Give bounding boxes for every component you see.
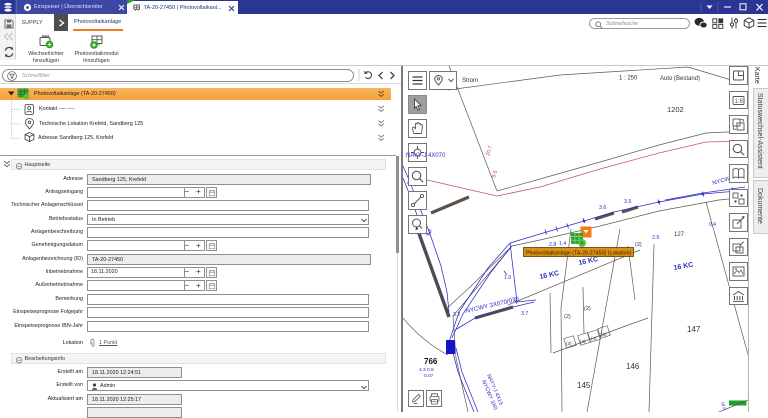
svg-text:(3): (3) xyxy=(601,332,607,337)
svg-text:(2): (2) xyxy=(584,306,591,312)
svg-text:2.8: 2.8 xyxy=(425,228,433,237)
svg-text:18.0: 18.0 xyxy=(720,401,728,411)
svg-text:3.9: 3.9 xyxy=(624,199,631,205)
svg-text:2.9: 2.9 xyxy=(652,235,659,241)
svg-text:146: 146 xyxy=(626,362,640,371)
svg-text:Photovoltaikanlage (TA-20-2745: Photovoltaikanlage (TA-20-27450) (Lokati… xyxy=(526,250,632,256)
svg-text:1:8: 1:8 xyxy=(735,99,744,105)
svg-text:147: 147 xyxy=(687,325,701,334)
svg-text:4.3 0.8: 4.3 0.8 xyxy=(419,367,434,373)
svg-text:3.2: 3.2 xyxy=(453,312,460,318)
svg-text:1.4: 1.4 xyxy=(559,241,566,247)
svg-text:16 KC: 16 KC xyxy=(539,270,560,281)
svg-text:766: 766 xyxy=(424,357,438,366)
svg-text:145: 145 xyxy=(577,381,591,390)
svg-text:1202: 1202 xyxy=(667,105,684,114)
svg-text:3.6: 3.6 xyxy=(599,205,606,211)
svg-text:16 KC: 16 KC xyxy=(578,256,599,267)
svg-text:3.7: 3.7 xyxy=(521,311,528,317)
svg-text:127: 127 xyxy=(674,232,685,238)
svg-text:16 KC: 16 KC xyxy=(673,262,694,272)
svg-text:(4): (4) xyxy=(580,339,586,344)
svg-text:(4): (4) xyxy=(591,336,597,341)
svg-text:0.4: 0.4 xyxy=(709,222,716,228)
svg-text:0.07: 0.07 xyxy=(424,373,434,379)
svg-text:(3): (3) xyxy=(566,341,572,346)
svg-text:Auto (Bestand): Auto (Bestand) xyxy=(660,76,700,82)
svg-text:(2): (2) xyxy=(635,242,642,248)
svg-text:Strom: Strom xyxy=(462,78,478,84)
svg-text:20.7: 20.7 xyxy=(485,145,494,157)
svg-text:(2): (2) xyxy=(564,314,571,320)
svg-text:1 : 250: 1 : 250 xyxy=(619,76,638,82)
svg-text:5.5: 5.5 xyxy=(491,170,499,179)
svg-text:1.0: 1.0 xyxy=(504,275,511,281)
